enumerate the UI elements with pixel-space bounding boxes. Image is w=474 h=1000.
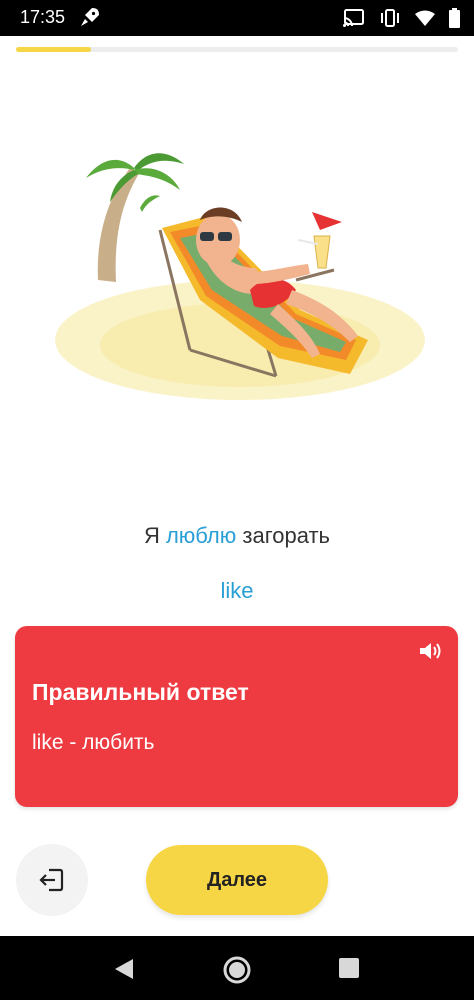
selected-answer: like bbox=[220, 578, 254, 603]
next-button[interactable]: Далее bbox=[146, 845, 328, 915]
speaker-icon[interactable] bbox=[418, 640, 444, 662]
feedback-card: Правильный ответ like - любить bbox=[15, 626, 458, 807]
feedback-detail: like - любить bbox=[32, 731, 155, 754]
exercise-sentence: Я люблю загорать bbox=[0, 523, 474, 549]
status-time: 17:35 bbox=[20, 7, 66, 27]
rocket-icon bbox=[81, 8, 99, 26]
sentence-highlighted-word: люблю bbox=[165, 523, 237, 548]
wifi-icon bbox=[415, 10, 435, 26]
sentence-suffix: загорать bbox=[236, 523, 331, 548]
sentence-prefix: Я bbox=[143, 523, 166, 548]
cast-icon bbox=[343, 9, 364, 27]
home-icon[interactable] bbox=[222, 955, 252, 985]
system-nav-bar bbox=[0, 936, 474, 1000]
back-icon[interactable] bbox=[113, 957, 135, 981]
beach-illustration bbox=[55, 153, 425, 400]
exit-button[interactable] bbox=[16, 844, 88, 916]
recents-icon[interactable] bbox=[339, 958, 359, 978]
lesson-progress-fill bbox=[16, 47, 92, 52]
battery-icon bbox=[449, 8, 460, 28]
vibrate-icon bbox=[381, 9, 399, 27]
status-bar: 17:35 bbox=[0, 0, 474, 36]
feedback-title: Правильный ответ bbox=[32, 679, 249, 705]
lesson-progress-bar bbox=[16, 47, 458, 52]
status-icons bbox=[343, 6, 460, 30]
exit-icon bbox=[39, 868, 64, 892]
